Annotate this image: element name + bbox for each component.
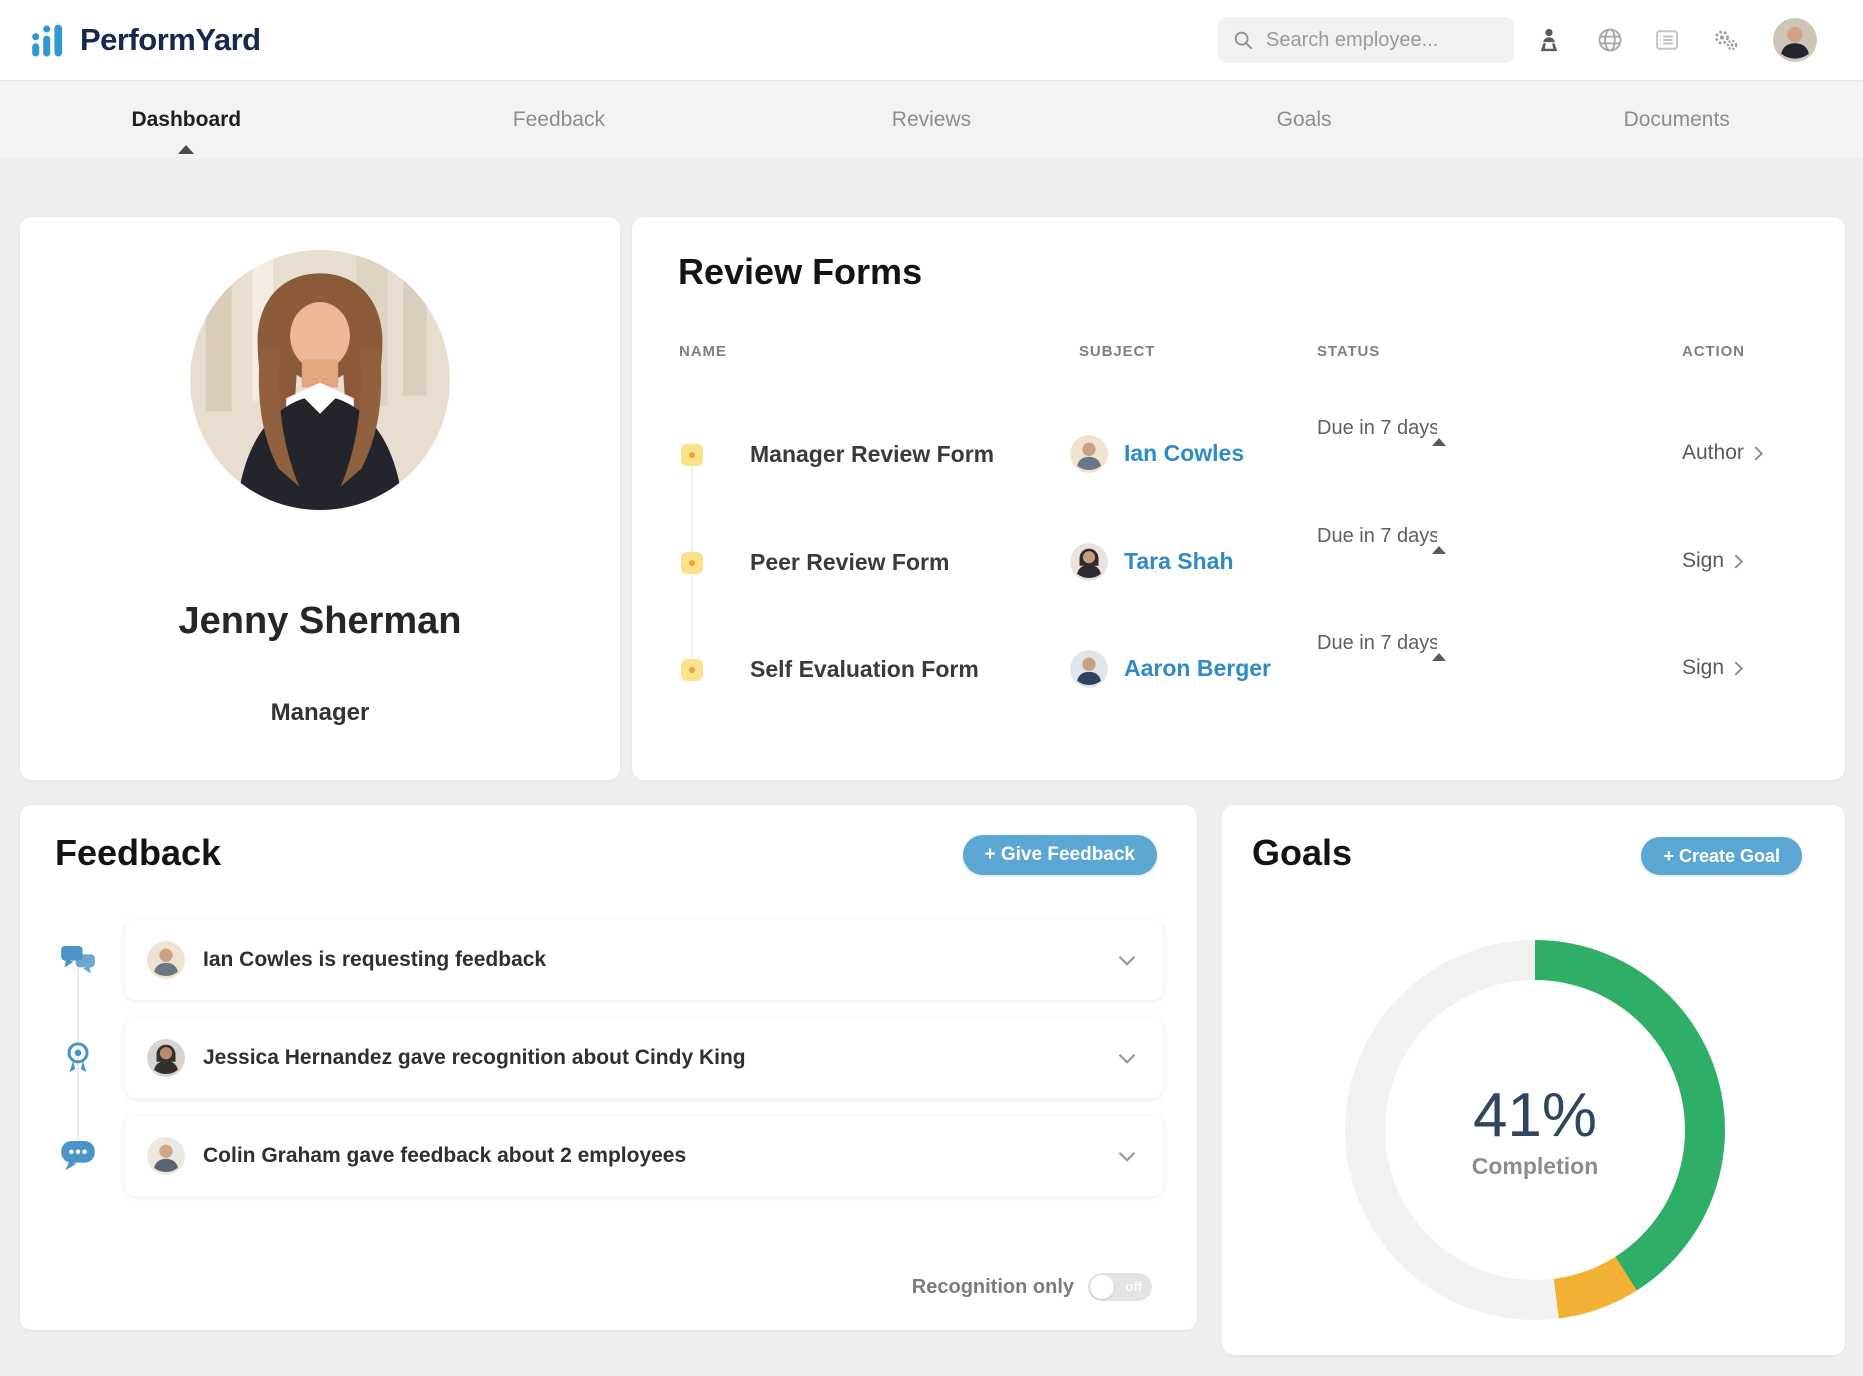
feedback-item-text: Ian Cowles is requesting feedback — [203, 948, 547, 971]
column-header-status: STATUS — [1317, 343, 1381, 360]
status-cell: Due in 7 days — [1317, 417, 1572, 446]
avatar — [147, 1039, 185, 1077]
subject-avatar — [1070, 435, 1108, 473]
status-cell: Due in 7 days — [1317, 525, 1572, 554]
feedback-item-recognition[interactable]: Jessica Hernandez gave recognition about… — [125, 1018, 1163, 1098]
tab-label: Dashboard — [131, 107, 242, 131]
action-label: Author — [1682, 441, 1744, 464]
donut-center: 41% Completion — [1385, 980, 1685, 1280]
review-forms-card: Review Forms NAME SUBJECT STATUS ACTION … — [632, 217, 1845, 780]
due-label: Due in 7 days — [1317, 525, 1440, 547]
tab-reviews[interactable]: Reviews — [745, 81, 1118, 158]
search-input[interactable] — [1264, 27, 1500, 53]
review-forms-title: Review Forms — [678, 251, 923, 292]
globe-icon[interactable] — [1596, 26, 1624, 54]
profile-photo — [190, 250, 450, 510]
feedback-card: Feedback + Give Feedback Ian Cowles is r… — [20, 805, 1197, 1330]
settings-gears-icon[interactable] — [1712, 26, 1740, 54]
performyard-logo[interactable]: PerformYard — [28, 18, 261, 62]
completion-label: Completion — [1471, 1153, 1599, 1179]
tab-feedback[interactable]: Feedback — [373, 81, 746, 158]
form-status-marker — [681, 444, 703, 466]
form-status-marker — [681, 659, 703, 681]
feedback-title: Feedback — [55, 832, 222, 873]
recognition-badge-icon — [60, 1040, 96, 1076]
feedback-item-request[interactable]: Ian Cowles is requesting feedback — [125, 920, 1163, 1000]
tab-label: Goals — [1276, 107, 1332, 131]
list-icon[interactable] — [1653, 26, 1681, 54]
chat-dots-icon — [60, 1138, 96, 1174]
tab-dashboard[interactable]: Dashboard — [0, 81, 373, 158]
form-name: Self Evaluation Form — [750, 656, 979, 682]
active-tab-indicator — [178, 145, 195, 154]
app-header: PerformYard — [0, 0, 1863, 81]
podium-person-icon[interactable] — [1535, 26, 1563, 54]
due-marker-icon — [1432, 546, 1447, 554]
tab-label: Feedback — [512, 107, 605, 131]
action-label: Sign — [1682, 656, 1725, 679]
column-header-subject: SUBJECT — [1079, 343, 1156, 360]
profile-menu-avatar[interactable] — [1773, 18, 1817, 62]
action-sign[interactable]: Sign — [1682, 656, 1744, 680]
chevron-right-icon — [1734, 660, 1744, 676]
form-name: Peer Review Form — [750, 549, 950, 575]
subject-avatar — [1070, 650, 1108, 688]
main-nav: Dashboard Feedback Reviews Goals Documen… — [0, 80, 1863, 158]
logo-text: PerformYard — [80, 22, 261, 57]
chevron-down-icon[interactable] — [1117, 1052, 1137, 1065]
goals-title: Goals — [1252, 832, 1353, 873]
due-label: Due in 7 days — [1317, 632, 1440, 654]
subject-link[interactable]: Aaron Berger — [1124, 655, 1271, 682]
action-sign[interactable]: Sign — [1682, 549, 1744, 573]
tab-goals[interactable]: Goals — [1118, 81, 1491, 158]
tab-label: Reviews — [891, 107, 972, 131]
goals-donut: 41% Completion — [1345, 940, 1725, 1320]
toggle-label: Recognition only — [911, 1275, 1074, 1298]
create-goal-button[interactable]: + Create Goal — [1641, 837, 1802, 875]
chevron-right-icon — [1734, 553, 1744, 569]
tab-label: Documents — [1623, 107, 1730, 131]
chevron-right-icon — [1754, 445, 1763, 461]
due-marker-icon — [1432, 438, 1447, 446]
review-form-row: Self Evaluation Form Aaron Berger Due in… — [632, 616, 1845, 724]
action-author[interactable]: Author — [1682, 441, 1764, 465]
subject-link[interactable]: Tara Shah — [1124, 548, 1234, 575]
due-marker-icon — [1432, 653, 1447, 661]
review-form-row: Peer Review Form Tara Shah Due in 7 days… — [632, 509, 1845, 617]
completion-value: 41% — [1472, 1081, 1598, 1150]
feedback-item-text: Colin Graham gave feedback about 2 emplo… — [203, 1144, 687, 1167]
avatar — [147, 1137, 185, 1175]
subject-avatar — [1070, 543, 1108, 581]
action-label: Sign — [1682, 549, 1725, 572]
profile-name: Jenny Sherman — [178, 600, 462, 642]
feedback-item-feedback[interactable]: Colin Graham gave feedback about 2 emplo… — [125, 1116, 1163, 1196]
recognition-only-toggle[interactable]: off — [1088, 1273, 1152, 1301]
form-status-marker — [681, 552, 703, 574]
avatar — [147, 941, 185, 979]
goals-card: Goals + Create Goal 41% Completion — [1222, 805, 1845, 1355]
tab-documents[interactable]: Documents — [1490, 81, 1863, 158]
column-header-action: ACTION — [1682, 343, 1745, 360]
status-cell: Due in 7 days — [1317, 632, 1572, 661]
recognition-only-control: Recognition only off — [912, 1273, 1152, 1301]
profile-card: Jenny Sherman Manager — [20, 217, 620, 780]
toggle-knob — [1090, 1275, 1114, 1299]
form-name: Manager Review Form — [750, 441, 995, 467]
toggle-state: off — [1125, 1279, 1142, 1294]
chevron-down-icon[interactable] — [1117, 954, 1137, 967]
logo-bars-icon — [32, 24, 63, 57]
review-form-row: Manager Review Form Ian Cowles Due in 7 … — [632, 401, 1845, 509]
employee-search[interactable] — [1218, 17, 1514, 63]
profile-role: Manager — [270, 699, 370, 726]
feedback-item-text: Jessica Hernandez gave recognition about… — [203, 1046, 746, 1069]
chevron-down-icon[interactable] — [1117, 1150, 1137, 1163]
due-label: Due in 7 days — [1317, 417, 1440, 439]
subject-link[interactable]: Ian Cowles — [1124, 440, 1244, 467]
chat-duo-icon — [60, 942, 96, 978]
give-feedback-button[interactable]: + Give Feedback — [962, 835, 1157, 875]
column-header-name: NAME — [679, 343, 727, 360]
search-icon — [1234, 31, 1253, 50]
